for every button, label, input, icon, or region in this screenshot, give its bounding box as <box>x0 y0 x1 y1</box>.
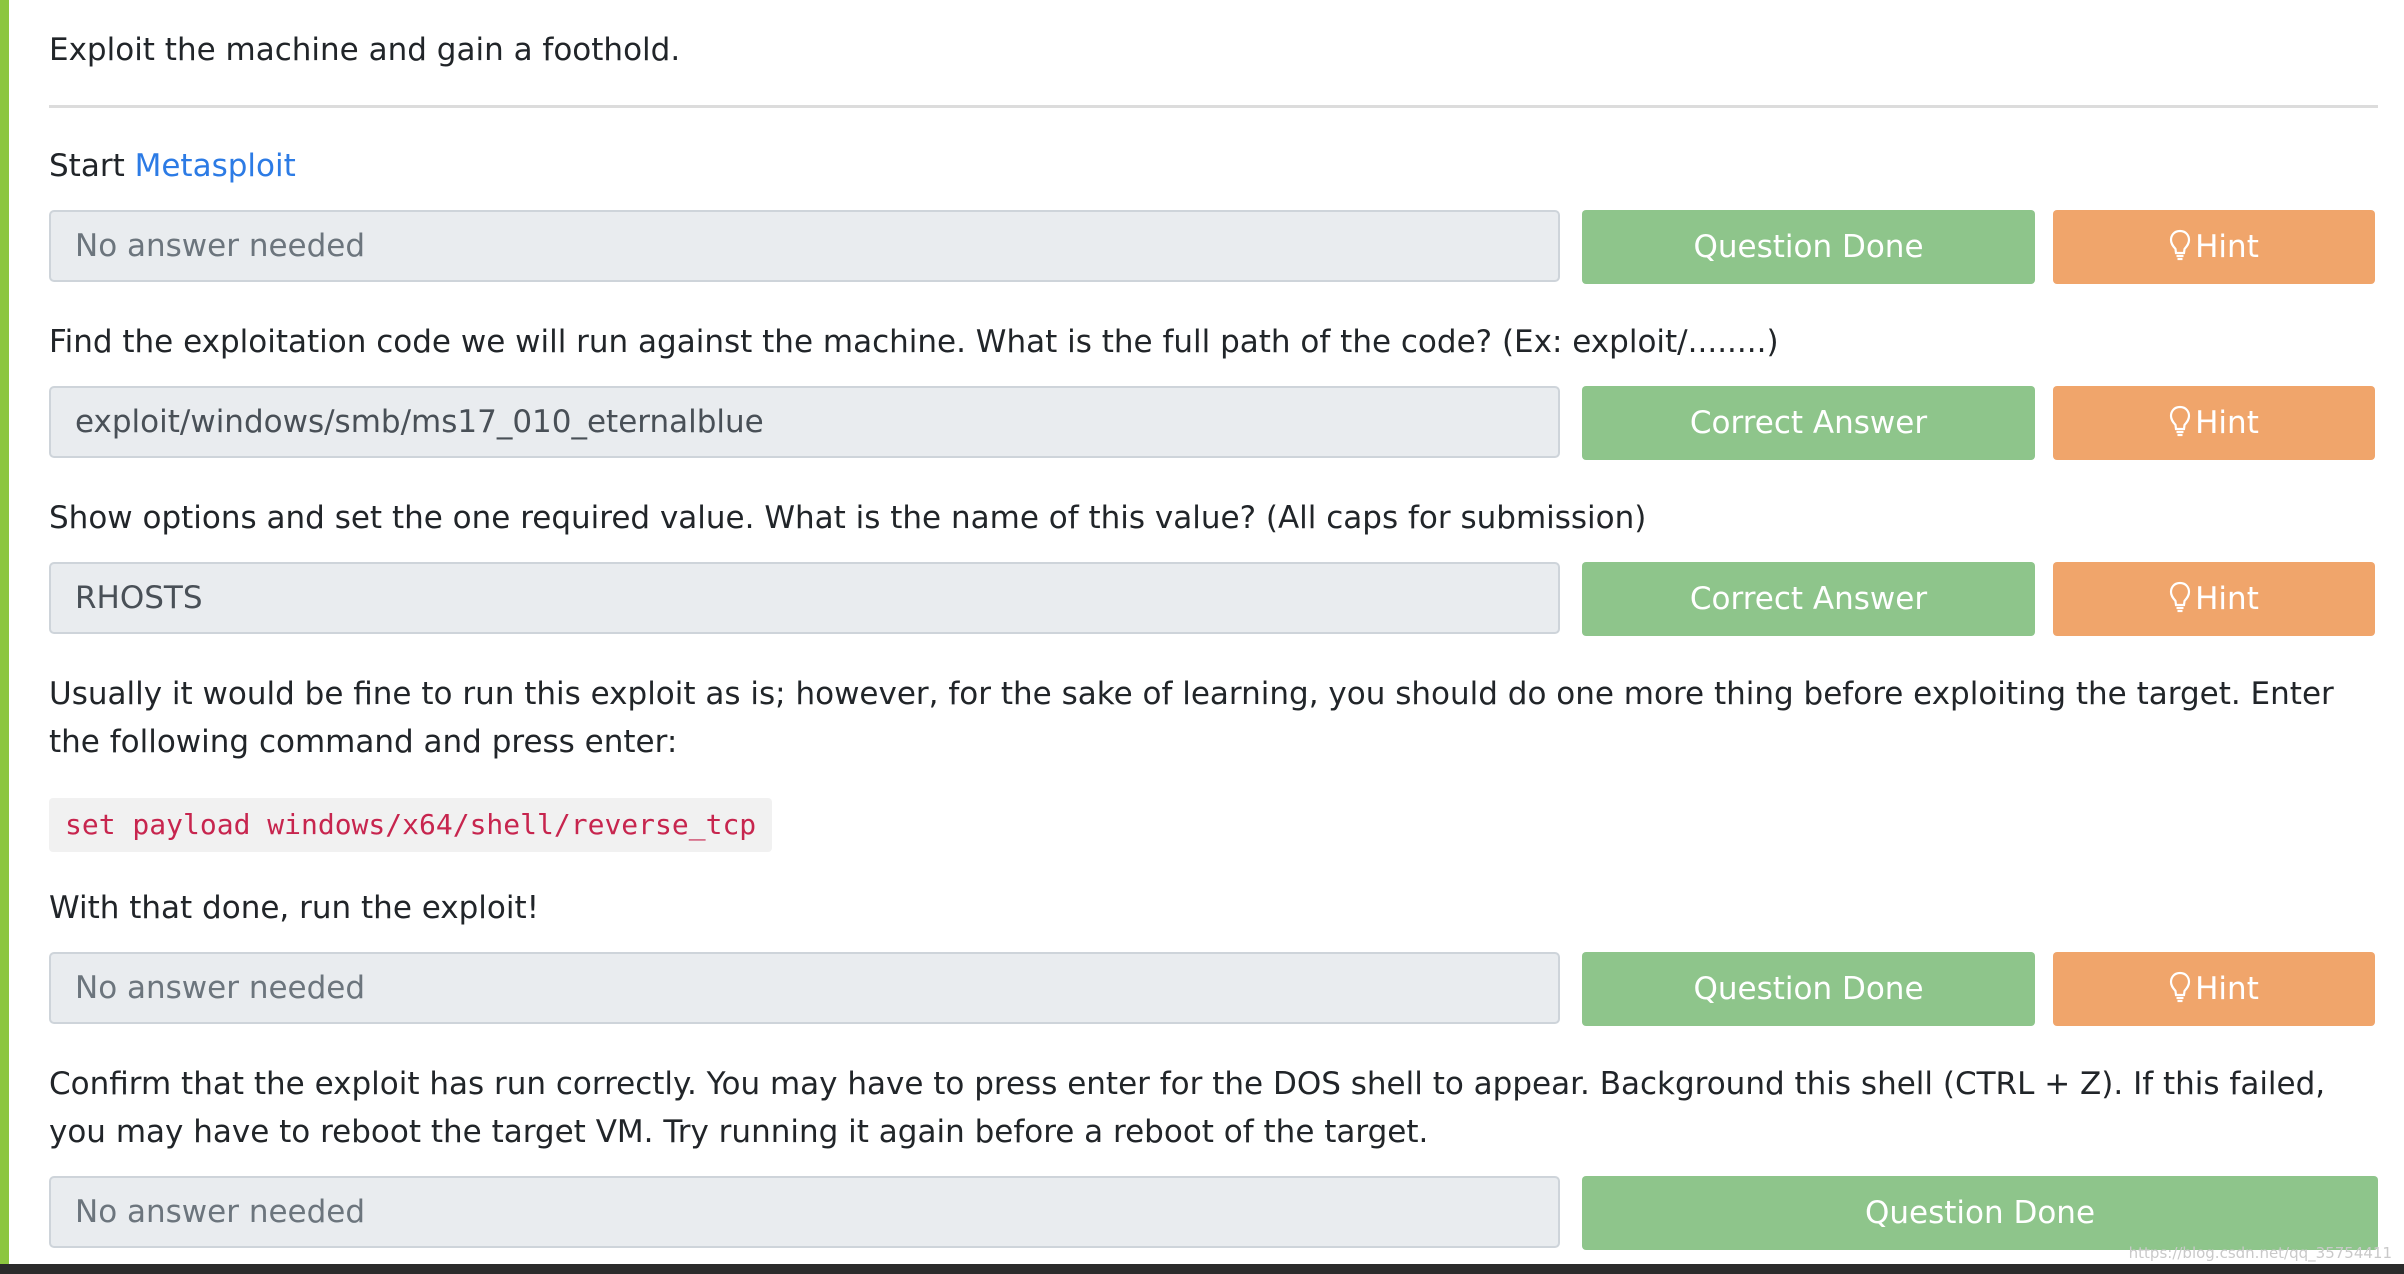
lightbulb-icon <box>2170 405 2191 437</box>
question-4-hint-label: Hint <box>2195 971 2259 1007</box>
question-5-text: Confirm that the exploit has run correct… <box>49 1066 2326 1150</box>
question-5-done-button[interactable]: Question Done <box>1582 1176 2378 1250</box>
metasploit-link[interactable]: Metasploit <box>135 148 296 184</box>
question-2-row: exploit/windows/smb/ms17_010_eternalblue… <box>49 386 2378 462</box>
question-2-text: Find the exploitation code we will run a… <box>49 324 1779 360</box>
question-1-text: Start Metasploit <box>49 142 2378 190</box>
question-1-row: No answer needed Question Done Hint <box>49 210 2378 286</box>
lightbulb-icon <box>2170 971 2191 1003</box>
question-4-done-button[interactable]: Question Done <box>1582 952 2035 1026</box>
task-title: Exploit the machine and gain a foothold. <box>49 32 681 68</box>
watermark: https://blog.csdn.net/qq_35754411 <box>2128 1244 2392 1262</box>
question-3-correct-button[interactable]: Correct Answer <box>1582 562 2035 636</box>
question-1-prefix: Start <box>49 148 135 184</box>
question-3-answer-field[interactable]: RHOSTS <box>49 562 1560 634</box>
payload-command-code: set payload windows/x64/shell/reverse_tc… <box>49 798 773 852</box>
lightbulb-icon <box>2170 229 2191 261</box>
task-page: Exploit the machine and gain a foothold.… <box>0 0 2404 1274</box>
question-3-hint-button[interactable]: Hint <box>2053 562 2375 636</box>
question-2-hint-label: Hint <box>2195 405 2259 441</box>
question-4-text: Usually it would be fine to run this exp… <box>49 676 2334 760</box>
question-3-text: Show options and set the one required va… <box>49 500 1647 536</box>
question-4-row: No answer needed Question Done Hint <box>49 952 2378 1028</box>
question-5-answer-field[interactable]: No answer needed <box>49 1176 1560 1248</box>
lightbulb-icon <box>2170 581 2191 613</box>
question-2-hint-button[interactable]: Hint <box>2053 386 2375 460</box>
question-5-row: No answer needed Question Done <box>49 1176 2378 1252</box>
question-1-done-button[interactable]: Question Done <box>1582 210 2035 284</box>
question-1-answer-field[interactable]: No answer needed <box>49 210 1560 282</box>
question-2-answer-field[interactable]: exploit/windows/smb/ms17_010_eternalblue <box>49 386 1560 458</box>
question-4-answer-field[interactable]: No answer needed <box>49 952 1560 1024</box>
question-3-hint-label: Hint <box>2195 581 2259 617</box>
question-4-hint-button[interactable]: Hint <box>2053 952 2375 1026</box>
question-4-text-after: With that done, run the exploit! <box>49 890 540 926</box>
question-3-row: RHOSTS Correct Answer Hint <box>49 562 2378 638</box>
bottom-bar <box>0 1264 2404 1274</box>
question-2-correct-button[interactable]: Correct Answer <box>1582 386 2035 460</box>
title-divider <box>49 105 2378 108</box>
task-accent-bar <box>0 0 9 1264</box>
question-1-hint-label: Hint <box>2195 229 2259 265</box>
question-1-hint-button[interactable]: Hint <box>2053 210 2375 284</box>
